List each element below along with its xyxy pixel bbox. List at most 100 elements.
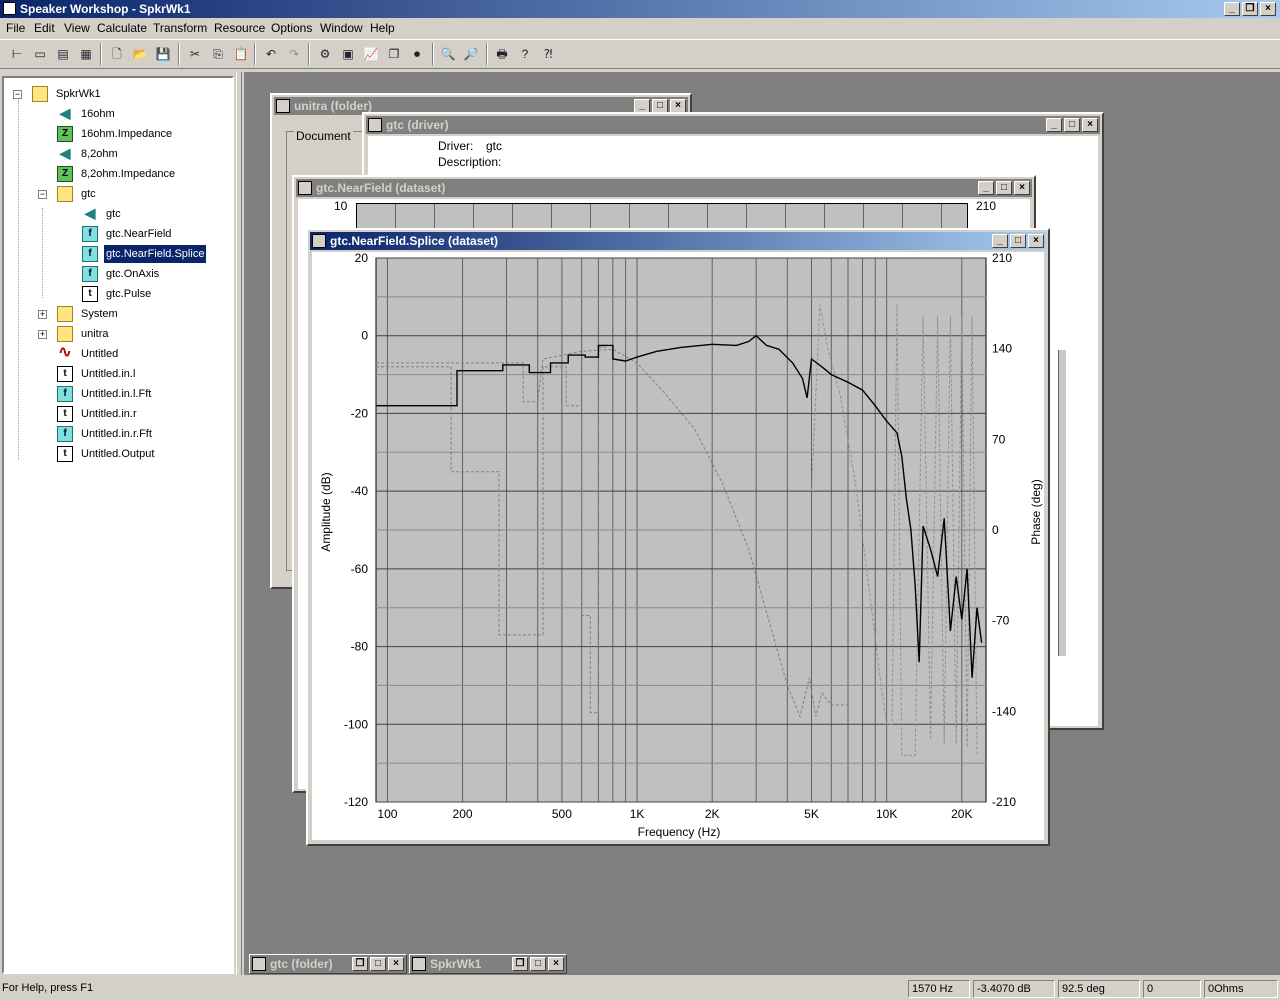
- menu-file[interactable]: File: [6, 21, 25, 35]
- expand-unitra-icon[interactable]: +: [38, 330, 47, 339]
- maximize-button[interactable]: □: [996, 181, 1012, 195]
- tree-view[interactable]: − SpkrWk1 ◀ 16ohm Z 16ohm.Impedance ◀ 8,…: [2, 76, 234, 974]
- minimize-button[interactable]: _: [1224, 2, 1240, 16]
- context-help-icon[interactable]: ⁈: [537, 43, 559, 65]
- new-file-icon[interactable]: 🗋: [106, 43, 128, 65]
- expand-system-icon[interactable]: +: [38, 310, 47, 319]
- y2-tick-label: -140: [992, 704, 1016, 718]
- app-title-bar: Speaker Workshop - SpkrWk1 _ ❐ ×: [0, 0, 1280, 18]
- small-icons-icon[interactable]: ▦: [75, 43, 97, 65]
- x-axis-tick-labels: 100 200 500 1K 2K 5K 10K 20K: [377, 807, 972, 821]
- collapse-root-icon[interactable]: −: [13, 90, 22, 99]
- y2-tick-label: 210: [992, 252, 1012, 265]
- driver-window-titlebar[interactable]: gtc (driver) _ □ ×: [366, 116, 1100, 134]
- splice-chart-area: 20 0 -20 -40 -60 -80 -100 -120 210 140 70 0 -70 -140…: [312, 251, 1044, 840]
- maximize-button[interactable]: □: [530, 957, 546, 971]
- minimize-button[interactable]: _: [1046, 118, 1062, 132]
- menu-options[interactable]: Options: [271, 21, 312, 35]
- menu-help[interactable]: Help: [370, 21, 395, 35]
- close-button[interactable]: ×: [1260, 2, 1276, 16]
- app-caption-buttons: _ ❐ ×: [1224, 2, 1276, 16]
- nearfield-window-titlebar[interactable]: gtc.NearField (dataset) _ □ ×: [296, 179, 1032, 197]
- menu-bar: File Edit View Calculate Transform Resou…: [0, 18, 1280, 38]
- close-button[interactable]: ×: [1014, 181, 1030, 195]
- restore-button[interactable]: ❐: [512, 957, 528, 971]
- y-tick-label: -20: [351, 406, 369, 420]
- splice-dataset-window[interactable]: gtc.NearField.Splice (dataset) _ □ × 20 0…: [306, 228, 1050, 846]
- measure-icon[interactable]: ▣: [337, 43, 359, 65]
- tree-line: [42, 208, 43, 298]
- window-icon: [276, 99, 290, 113]
- app-title: Speaker Workshop - SpkrWk1: [20, 2, 191, 16]
- copy-icon[interactable]: ⎘: [207, 43, 229, 65]
- y2-tick-label: -210: [992, 795, 1016, 809]
- x-tick-label: 10K: [876, 807, 897, 821]
- maximize-button[interactable]: □: [652, 99, 668, 113]
- minimized-gtc-folder-window[interactable]: gtc (folder) ❐ □ ×: [249, 954, 407, 974]
- minimize-button[interactable]: _: [634, 99, 650, 113]
- status-frequency: 1570 Hz: [908, 980, 970, 998]
- nearfield-phase-top-label: 210: [976, 199, 997, 213]
- app-icon[interactable]: [3, 2, 16, 15]
- time-icon: t: [57, 406, 73, 422]
- details-view-icon[interactable]: ▤: [52, 43, 74, 65]
- close-button[interactable]: ×: [388, 957, 404, 971]
- help-icon[interactable]: ?: [514, 43, 536, 65]
- close-button[interactable]: ×: [670, 99, 686, 113]
- pane-splitter[interactable]: [236, 72, 242, 975]
- zoom-out-icon[interactable]: 🔎: [460, 43, 482, 65]
- impedance-icon: Z: [57, 166, 73, 182]
- record-icon[interactable]: ⏺: [406, 43, 428, 65]
- menu-resource[interactable]: Resource: [214, 21, 265, 35]
- toolbar-separator: [178, 43, 180, 65]
- open-file-icon[interactable]: 📂: [129, 43, 151, 65]
- close-button[interactable]: ×: [1082, 118, 1098, 132]
- menu-calculate[interactable]: Calculate: [97, 21, 147, 35]
- window-caption-buttons: ❐ □ ×: [512, 957, 564, 971]
- graph-icon[interactable]: 📈: [360, 43, 382, 65]
- tree-view-icon[interactable]: ⊢: [6, 43, 28, 65]
- y-tick-label: 0: [361, 329, 368, 343]
- x-tick-label: 500: [552, 807, 572, 821]
- undo-icon[interactable]: ↶: [260, 43, 282, 65]
- frequency-response-chart[interactable]: 200-20-40-60-80-100-120 210140700-70-140…: [312, 251, 1044, 840]
- restore-button[interactable]: ❐: [1242, 2, 1258, 16]
- toolbar-separator: [486, 43, 488, 65]
- menu-edit[interactable]: Edit: [34, 21, 55, 35]
- list-view-icon[interactable]: ▭: [29, 43, 51, 65]
- menu-window[interactable]: Window: [320, 21, 363, 35]
- x-tick-label: 20K: [951, 807, 972, 821]
- splice-window-titlebar[interactable]: gtc.NearField.Splice (dataset) _ □ ×: [310, 232, 1046, 250]
- y2-tick-label: 140: [992, 342, 1012, 356]
- close-button[interactable]: ×: [548, 957, 564, 971]
- speaker-icon: ◀: [84, 205, 96, 221]
- menu-transform[interactable]: Transform: [153, 21, 207, 35]
- windows-icon[interactable]: ❐: [383, 43, 405, 65]
- maximize-button[interactable]: □: [370, 957, 386, 971]
- x-tick-label: 1K: [630, 807, 645, 821]
- cut-icon[interactable]: ✂: [184, 43, 206, 65]
- y-tick-label: -120: [344, 795, 368, 809]
- window-caption-buttons: _ □ ×: [634, 99, 686, 113]
- maximize-button[interactable]: □: [1064, 118, 1080, 132]
- save-icon[interactable]: 💾: [152, 43, 174, 65]
- menu-view[interactable]: View: [64, 21, 90, 35]
- collapse-gtc-icon[interactable]: −: [38, 190, 47, 199]
- redo-icon[interactable]: ↷: [283, 43, 305, 65]
- impedance-icon: Z: [57, 126, 73, 142]
- minimize-button[interactable]: _: [978, 181, 994, 195]
- calculate-icon[interactable]: ⚙: [314, 43, 336, 65]
- restore-button[interactable]: ❐: [352, 957, 368, 971]
- window-icon: [312, 234, 326, 248]
- zoom-in-icon[interactable]: 🔍: [437, 43, 459, 65]
- print-icon[interactable]: 🖶: [491, 43, 513, 65]
- y2-tick-label: -70: [992, 614, 1010, 628]
- paste-icon[interactable]: 📋: [230, 43, 252, 65]
- maximize-button[interactable]: □: [1010, 234, 1026, 248]
- description-label: Description:: [438, 155, 502, 169]
- minimize-button[interactable]: _: [992, 234, 1008, 248]
- status-amplitude: -3.4070 dB: [973, 980, 1055, 998]
- close-button[interactable]: ×: [1028, 234, 1044, 248]
- minimized-spkrwk1-window[interactable]: SpkrWk1 ❐ □ ×: [409, 954, 567, 974]
- window-icon: [298, 181, 312, 195]
